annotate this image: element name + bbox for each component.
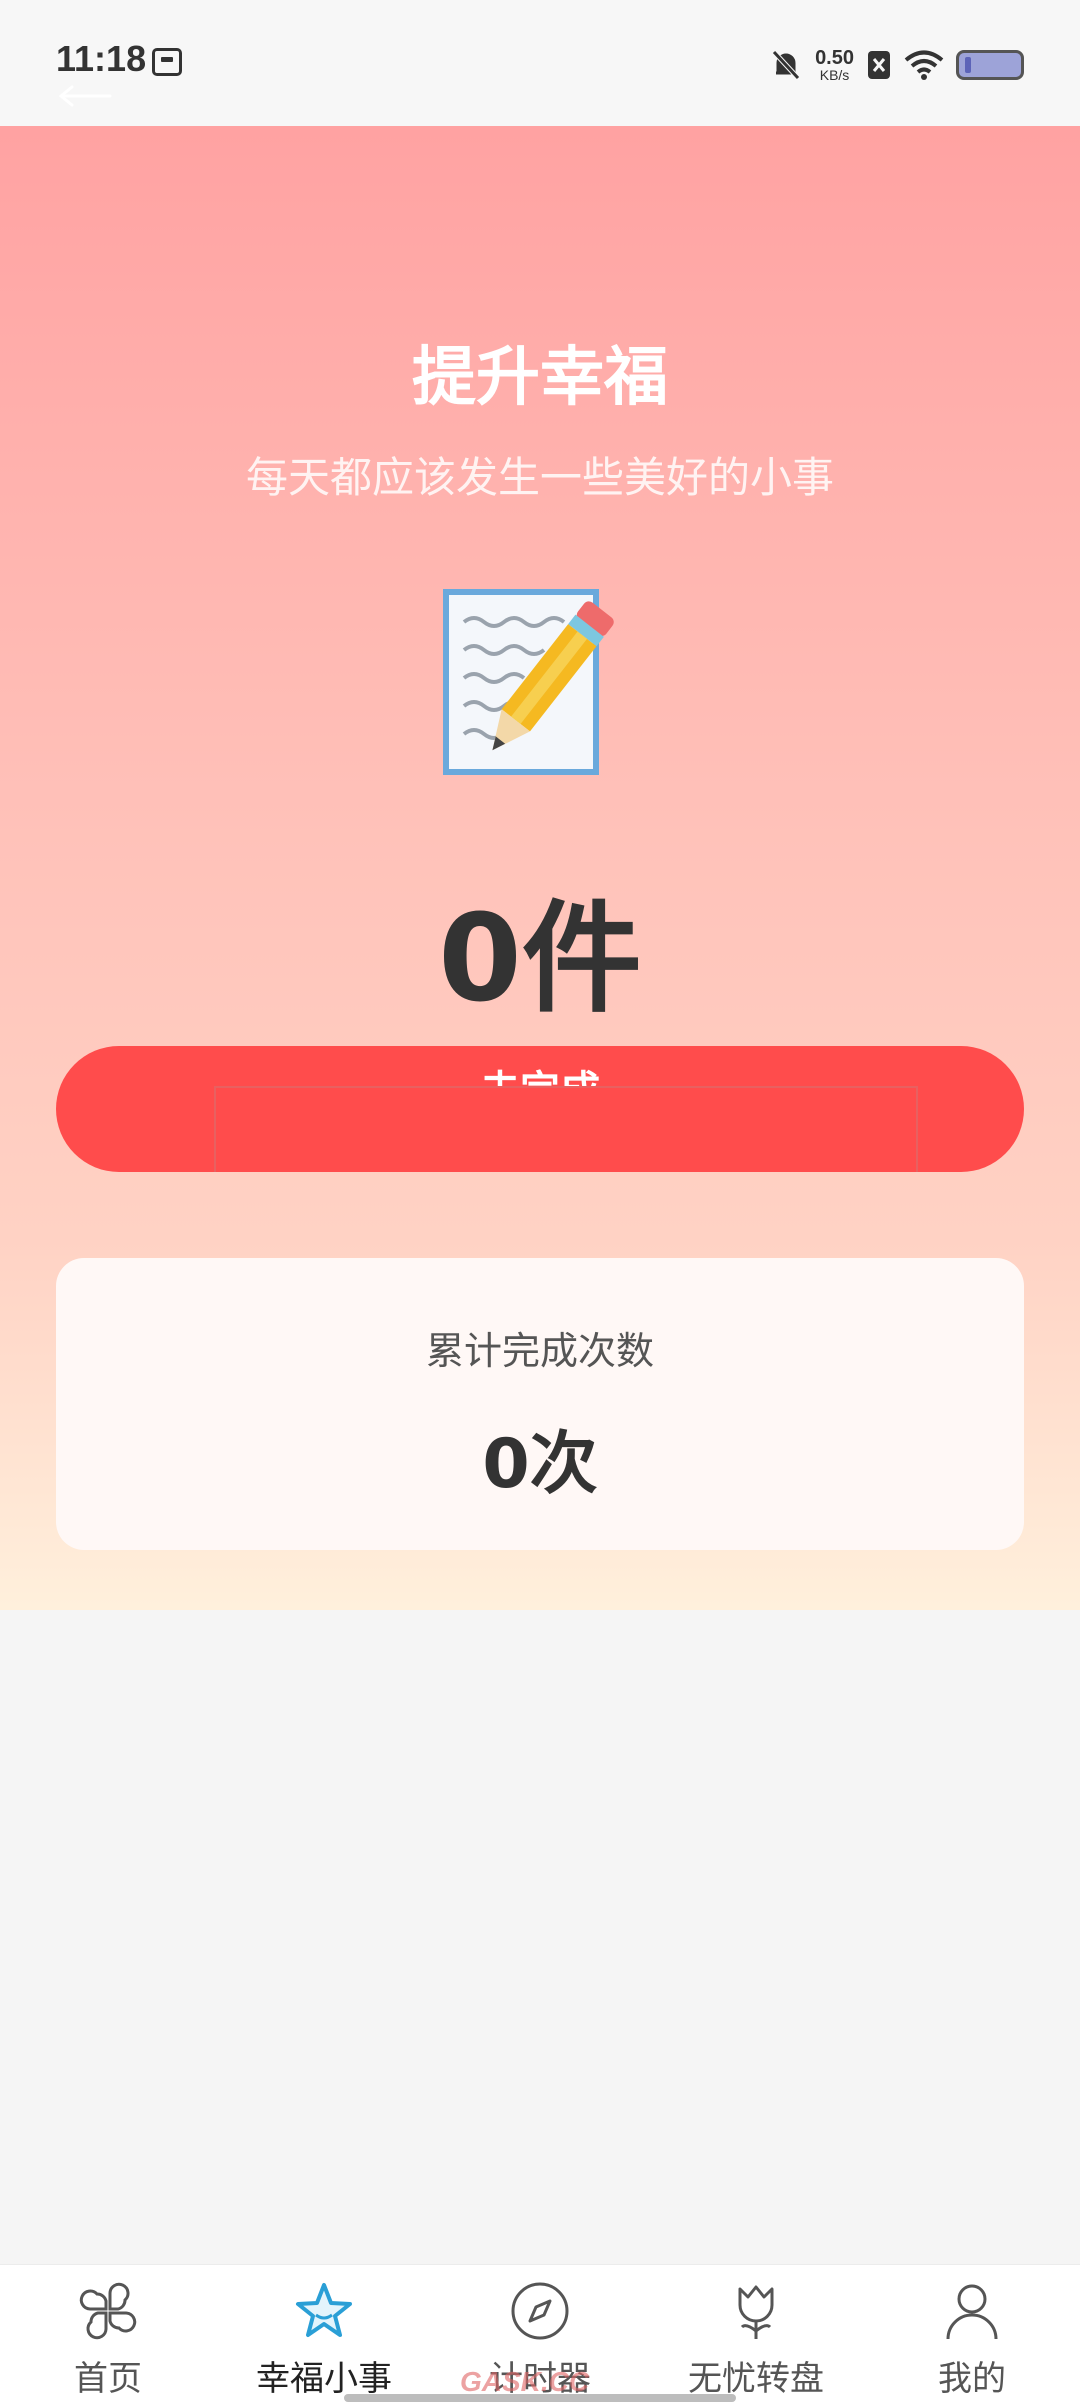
status-time: 11:18 — [56, 38, 147, 79]
status-indicators: 0.50 KB/s — [769, 42, 1024, 88]
net-speed-unit: KB/s — [819, 67, 850, 83]
page-subtitle: 每天都应该发生一些美好的小事 — [245, 453, 834, 502]
star-icon — [296, 2283, 352, 2337]
notepad-pencil-icon — [443, 589, 614, 775]
home-indicator[interactable] — [344, 2394, 736, 2402]
nav-label-happy-things: 幸福小事 — [256, 2359, 392, 2399]
button-overlay — [214, 1086, 918, 1172]
page-title: 提升幸福 — [412, 341, 668, 415]
go-complete-button[interactable]: 去完成 — [56, 1046, 1024, 1172]
storage-app-icon — [152, 48, 182, 76]
nav-item-mine[interactable]: 我的 — [864, 2279, 1080, 2405]
battery-icon — [956, 50, 1024, 80]
net-speed-value: 0.50 — [815, 47, 854, 69]
nav-item-wheel[interactable]: 无忧转盘 — [648, 2279, 864, 2405]
status-bar: 11:18 0.50 KB/s — [0, 0, 1080, 126]
nav-label-home: 首页 — [74, 2359, 142, 2399]
nav-item-happy-things[interactable]: 幸福小事 — [216, 2279, 432, 2405]
nav-item-home[interactable]: 首页 — [0, 2279, 216, 2405]
stats-label: 累计完成次数 — [425, 1329, 654, 1373]
net-speed: 0.50 KB/s — [815, 48, 854, 82]
nav-label-wheel: 无忧转盘 — [688, 2359, 824, 2399]
stats-value: 0次 — [482, 1425, 598, 1504]
sim-off-icon — [868, 51, 890, 79]
clover-icon — [79, 2282, 137, 2340]
compass-icon — [511, 2282, 569, 2340]
user-icon — [946, 2284, 998, 2340]
completion-stats-card: 累计完成次数 0次 — [56, 1258, 1024, 1550]
back-arrow-icon[interactable] — [56, 84, 112, 108]
mute-bell-icon — [772, 50, 800, 80]
small-things-count: 0件 — [438, 890, 642, 1029]
tulip-icon — [738, 2285, 774, 2339]
nav-label-mine: 我的 — [938, 2359, 1006, 2399]
wifi-icon — [904, 50, 944, 80]
